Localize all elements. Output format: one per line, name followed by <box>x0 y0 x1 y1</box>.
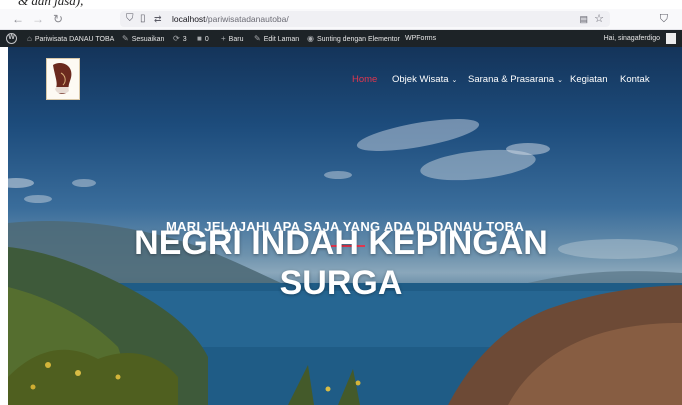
plus-icon: + <box>221 34 226 43</box>
menu-sarana-prasarana[interactable]: Sarana & Prasarana ⌄ <box>468 73 563 87</box>
permissions-icon[interactable]: ⇄ <box>154 11 162 27</box>
admin-customize[interactable]: ✎ Sesuaikan <box>122 30 164 47</box>
site-logo[interactable] <box>46 58 80 100</box>
brush-icon: ✎ <box>122 34 129 43</box>
home-icon: ⌂ <box>27 34 32 43</box>
back-arrow-icon[interactable]: ← <box>10 9 26 29</box>
elementor-icon: ◉ <box>307 34 314 43</box>
avatar[interactable] <box>666 33 676 44</box>
admin-wpforms[interactable]: WPForms <box>405 30 436 47</box>
url-bar[interactable]: ⛉ ▯ ⇄ localhost/pariwisatadanautoba/ ▤ ☆ <box>120 11 610 27</box>
chevron-down-icon: ⌄ <box>451 77 458 84</box>
reload-icon[interactable]: ↻ <box>50 9 66 29</box>
pocket-icon[interactable]: ⛉ <box>660 9 668 29</box>
chevron-down-icon: ⌄ <box>557 77 563 84</box>
comment-icon: ■ <box>197 34 202 43</box>
page-top-strip <box>0 0 682 9</box>
headline-line-2: SURGA <box>279 264 403 302</box>
shield-icon[interactable]: ⛉ <box>126 11 134 27</box>
star-icon[interactable]: ☆ <box>594 11 604 27</box>
wp-admin-bar: W ⌂ Pariwisata DANAU TOBA ✎ Sesuaikan ⟳ 3 ■… <box>0 30 682 47</box>
admin-new[interactable]: + Baru <box>221 30 243 47</box>
url-host: localhost <box>172 14 206 24</box>
toba-logo-image <box>53 63 73 94</box>
admin-site-name[interactable]: ⌂ Pariwisata DANAU TOBA <box>27 30 114 47</box>
url-text[interactable]: localhost/pariwisatadanautoba/ <box>172 11 289 27</box>
wordpress-logo-icon[interactable]: W <box>6 33 17 44</box>
page-text-fragment: & dan jasa), <box>18 0 84 8</box>
page-info-icon[interactable]: ▯ <box>140 11 146 27</box>
updates-icon: ⟳ <box>173 34 180 43</box>
admin-edit-page[interactable]: ✎ Edit Laman <box>254 30 299 47</box>
headline-line-1: NEGRI INDAH KEPINGAN <box>134 224 548 262</box>
admin-comments[interactable]: ■ 0 <box>197 30 209 47</box>
forward-arrow-icon[interactable]: → <box>30 9 46 29</box>
url-path: /pariwisatadanautoba/ <box>205 14 289 24</box>
admin-greeting[interactable]: Hai, sinagaferdigo <box>604 30 660 47</box>
reader-view-icon[interactable]: ▤ <box>579 11 588 27</box>
admin-elementor[interactable]: ◉ Sunting dengan Elementor <box>307 30 400 47</box>
menu-objek-wisata[interactable]: Objek Wisata ⌄ <box>392 73 457 87</box>
browser-toolbar: ← → ↻ ⛉ ▯ ⇄ localhost/pariwisatadanautob… <box>0 9 682 30</box>
menu-kontak[interactable]: Kontak <box>620 73 650 87</box>
menu-home[interactable]: Home <box>352 73 377 87</box>
pencil-icon: ✎ <box>254 34 261 43</box>
menu-kegiatan[interactable]: Kegiatan <box>570 73 608 87</box>
hero-headline: NEGRI INDAH KEPINGAN SURGA <box>0 223 682 303</box>
admin-updates[interactable]: ⟳ 3 <box>173 30 187 47</box>
